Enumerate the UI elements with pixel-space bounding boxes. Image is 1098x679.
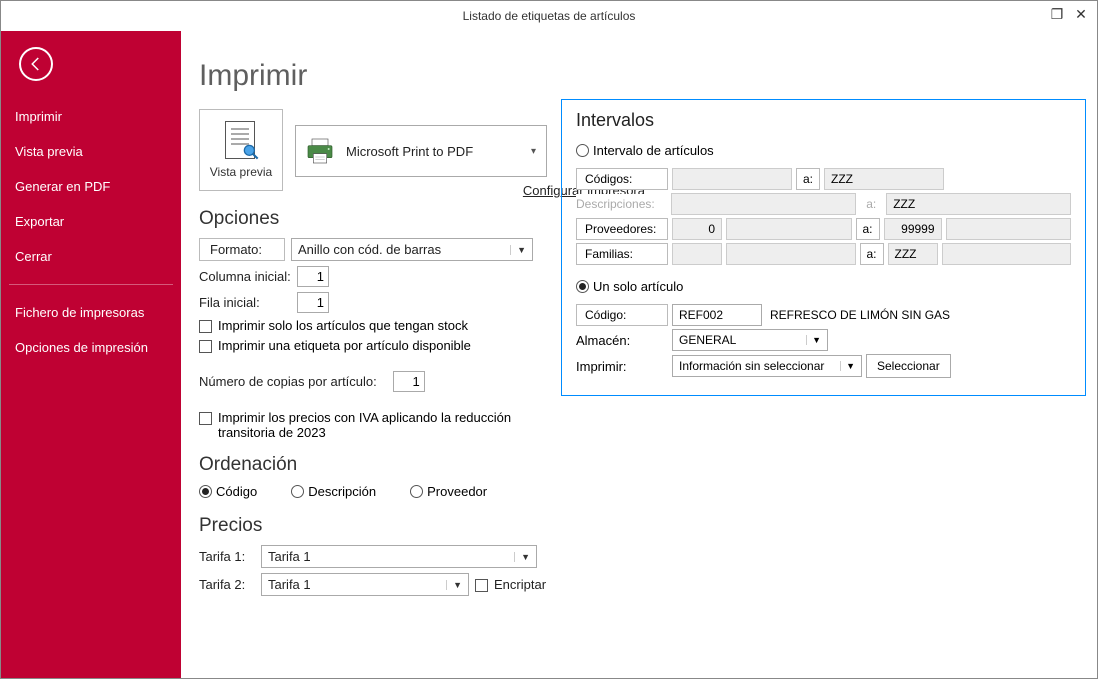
printer-name: Microsoft Print to PDF (346, 144, 473, 159)
radio-descripcion[interactable]: Descripción (291, 484, 376, 499)
maximize-icon[interactable]: ❐ (1045, 3, 1069, 25)
almacen-label: Almacén: (576, 333, 668, 348)
printer-selector[interactable]: Microsoft Print to PDF ▾ (295, 125, 547, 177)
codigo-desc: REFRESCO DE LIMÓN SIN GAS (770, 308, 950, 322)
prov-label: Proveedores: (576, 218, 668, 240)
fila-inicial-input[interactable] (297, 292, 329, 313)
copias-input[interactable] (393, 371, 425, 392)
imprimir-select[interactable]: Información sin seleccionar▼ (672, 355, 862, 377)
main-content: Imprimir Vista previa (181, 31, 1097, 678)
vista-previa-button[interactable]: Vista previa (199, 109, 283, 191)
titlebar: Listado de etiquetas de artículos ❐ ✕ (1, 1, 1097, 31)
prov-from-input[interactable]: 0 (672, 218, 722, 240)
radio-proveedor[interactable]: Proveedor (410, 484, 487, 499)
copias-label: Número de copias por artículo: (199, 374, 377, 389)
a-label: a: (796, 168, 820, 190)
tarifa2-label: Tarifa 2: (199, 577, 255, 592)
page-title: Imprimir (199, 59, 1069, 93)
close-icon[interactable]: ✕ (1069, 3, 1093, 25)
chk-stock[interactable] (199, 320, 212, 333)
back-button[interactable] (19, 47, 53, 81)
codigo-input[interactable] (672, 304, 762, 326)
fila-inicial-label: Fila inicial: (199, 295, 291, 310)
chk-iva[interactable] (199, 412, 212, 425)
sidebar: Imprimir Vista previa Generar en PDF Exp… (1, 31, 181, 678)
tarifa1-label: Tarifa 1: (199, 549, 255, 564)
sidebar-item-imprimir[interactable]: Imprimir (1, 99, 181, 134)
seleccionar-button[interactable]: Seleccionar (866, 354, 951, 378)
codigos-to-input[interactable]: ZZZ (824, 168, 944, 190)
sidebar-item-opciones-impresion[interactable]: Opciones de impresión (1, 330, 181, 365)
desc-label: Descripciones: (576, 194, 667, 214)
vista-previa-label: Vista previa (210, 165, 272, 179)
chevron-down-icon: ▾ (531, 146, 536, 157)
almacen-select[interactable]: GENERAL▼ (672, 329, 828, 351)
fam-label: Familias: (576, 243, 668, 265)
precios-heading: Precios (199, 515, 1069, 537)
radio-intervalo-articulos[interactable]: Intervalo de artículos (576, 143, 714, 158)
tarifa1-select[interactable]: Tarifa 1▼ (261, 545, 537, 568)
fam-from-input[interactable] (672, 243, 722, 265)
desc-to-input[interactable]: ZZZ (886, 193, 1071, 215)
codigos-label: Códigos: (576, 168, 668, 190)
formato-select[interactable]: Anillo con cód. de barras▼ (291, 238, 533, 261)
chk-one-label[interactable] (199, 340, 212, 353)
sidebar-item-cerrar[interactable]: Cerrar (1, 239, 181, 274)
fam-to-input[interactable]: ZZZ (888, 243, 938, 265)
chk-encriptar[interactable] (475, 579, 488, 592)
sidebar-item-fichero-impresoras[interactable]: Fichero de impresoras (1, 295, 181, 330)
radio-codigo[interactable]: Código (199, 484, 257, 499)
col-inicial-label: Columna inicial: (199, 269, 291, 284)
a-label-3: a: (856, 218, 880, 240)
printer-icon (304, 135, 336, 167)
a-label-2: a: (860, 194, 882, 214)
codigos-from-input[interactable] (672, 168, 792, 190)
ordenacion-heading: Ordenación (199, 454, 1069, 476)
window-title: Listado de etiquetas de artículos (463, 9, 636, 23)
intervalos-heading: Intervalos (576, 110, 1071, 131)
col-inicial-input[interactable] (297, 266, 329, 287)
imprimir-label: Imprimir: (576, 359, 668, 374)
sidebar-item-vista-previa[interactable]: Vista previa (1, 134, 181, 169)
a-label-4: a: (860, 243, 884, 265)
intervalos-panel: Intervalos Intervalo de artículos Código… (561, 99, 1086, 396)
document-preview-icon (223, 121, 259, 161)
prov-to-input[interactable]: 99999 (884, 218, 942, 240)
sidebar-item-exportar[interactable]: Exportar (1, 204, 181, 239)
desc-from-input[interactable] (671, 193, 856, 215)
tarifa2-select[interactable]: Tarifa 1▼ (261, 573, 469, 596)
radio-un-solo-articulo[interactable]: Un solo artículo (576, 279, 683, 294)
formato-label: Formato: (199, 238, 285, 261)
codigo-label: Código: (576, 304, 668, 326)
sidebar-item-generar-pdf[interactable]: Generar en PDF (1, 169, 181, 204)
